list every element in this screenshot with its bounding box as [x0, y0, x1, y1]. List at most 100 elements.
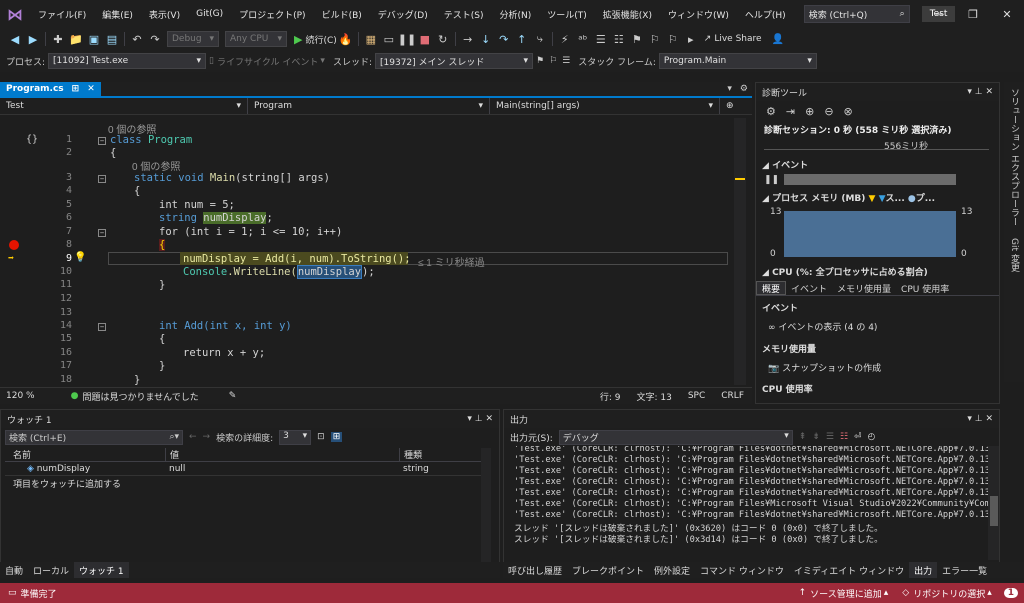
step-into-icon[interactable]: ↓: [477, 33, 495, 46]
close-icon[interactable]: ✕: [87, 84, 95, 94]
tab-command-window[interactable]: コマンド ウィンドウ: [695, 562, 789, 578]
fold-toggle[interactable]: −: [98, 137, 106, 145]
tab-watch-1[interactable]: ウォッチ 1: [74, 562, 129, 578]
fold-toggle[interactable]: −: [98, 229, 106, 237]
breakpoint-icon[interactable]: [9, 240, 19, 250]
menu-edit[interactable]: 編集(E): [94, 8, 141, 21]
menu-project[interactable]: プロジェクト(P): [231, 8, 313, 21]
configuration-dropdown[interactable]: Debug ▾: [167, 31, 219, 47]
show-stack-icon[interactable]: ☰: [562, 56, 570, 66]
browse-icon[interactable]: ▦: [362, 33, 380, 46]
column-type[interactable]: 種類: [399, 448, 479, 461]
menu-extensions[interactable]: 拡張機能(X): [595, 8, 660, 21]
lightbulb-icon[interactable]: 💡: [74, 252, 86, 263]
output-source-select[interactable]: デバッグ ▾: [558, 429, 793, 445]
nav-split-button[interactable]: ⊕: [720, 98, 752, 114]
stackframe-dropdown[interactable]: Program.Main ▾: [658, 53, 817, 69]
save-icon[interactable]: ▣: [85, 33, 103, 46]
code-area[interactable]: ➡ 💡 {} 0 個の参照 0 個の参照 1 2 3 4 5 6 7 8 9 1…: [0, 118, 752, 385]
panel-controls[interactable]: ▾ ⊥ ✕: [967, 414, 993, 424]
search-depth-select[interactable]: 3 ▾: [279, 429, 312, 445]
restart-icon[interactable]: ↻: [434, 33, 452, 46]
account-icon[interactable]: 👤: [772, 34, 784, 45]
hot-reload-icon[interactable]: 🔥: [337, 33, 355, 46]
tab-events[interactable]: イベント: [786, 281, 832, 295]
tab-call-stack[interactable]: 呼び出し履歴: [503, 562, 567, 578]
continue-button[interactable]: 続行(C): [305, 33, 336, 46]
menu-build[interactable]: ビルド(B): [314, 8, 370, 21]
step-over-icon[interactable]: ↷: [495, 33, 513, 46]
code-lens-references[interactable]: 0 個の参照: [132, 158, 180, 173]
menu-tools[interactable]: ツール(T): [539, 8, 595, 21]
nav-project-dropdown[interactable]: Test ▾: [0, 98, 248, 114]
solution-explorer-tab[interactable]: ソリューション エクスプローラー: [1004, 82, 1024, 232]
zoom-in-icon[interactable]: ⊕: [805, 105, 814, 118]
show-events-link[interactable]: ∞ イベントの表示 (4 の 4): [756, 314, 999, 339]
editor-scrollbar[interactable]: [734, 118, 746, 385]
open-file-icon[interactable]: 📁: [67, 33, 85, 46]
search-prev-icon[interactable]: ←: [189, 432, 197, 442]
select-repository-button[interactable]: リポジトリの選択: [913, 587, 985, 600]
code-cleanup-icon[interactable]: ✎: [229, 391, 237, 401]
tab-cpu-usage[interactable]: CPU 使用率: [896, 281, 954, 295]
panel-controls[interactable]: ▾ ⊥ ✕: [467, 414, 493, 424]
stop-icon[interactable]: ■: [416, 33, 434, 46]
menu-window[interactable]: ウィンドウ(W): [660, 8, 737, 21]
pause-icon[interactable]: ❚❚: [398, 33, 416, 46]
live-share-icon[interactable]: ↗: [704, 34, 712, 44]
more-tools-icon[interactable]: ▸: [682, 33, 700, 46]
tab-immediate-window[interactable]: イミディエイト ウィンドウ: [789, 562, 909, 578]
menu-debug[interactable]: デバッグ(D): [370, 8, 436, 21]
bookmark-next-icon[interactable]: ⚐: [664, 33, 682, 46]
menu-help[interactable]: ヘルプ(H): [737, 8, 794, 21]
undo-icon[interactable]: ↶: [128, 33, 146, 46]
process-dropdown[interactable]: [11092] Test.exe ▾: [48, 53, 207, 69]
back-icon[interactable]: ◀: [6, 33, 24, 46]
perf-tip-hint[interactable]: ≤ 1 ミリ秒経過: [418, 254, 485, 269]
menu-view[interactable]: 表示(V): [141, 8, 188, 21]
memory-area[interactable]: [784, 211, 956, 257]
whitespace-indicator[interactable]: SPC: [680, 391, 713, 401]
menu-file[interactable]: ファイル(F): [30, 8, 94, 21]
watch-row[interactable]: ◈ numDisplay null string: [5, 462, 485, 476]
menu-test[interactable]: テスト(S): [436, 8, 492, 21]
find-icon[interactable]: ☰: [826, 432, 834, 442]
zoom-out-icon[interactable]: ⊖: [824, 105, 833, 118]
hex-toggle-icon[interactable]: ⊞: [330, 432, 343, 442]
save-all-icon[interactable]: ▤: [103, 33, 121, 46]
find-prev-icon[interactable]: ⇞: [799, 432, 807, 442]
notification-badge[interactable]: 1: [1003, 588, 1018, 598]
show-next-statement-icon[interactable]: →: [459, 33, 477, 46]
pin-icon[interactable]: ⊡: [317, 432, 325, 442]
diagnostics-icon[interactable]: ⤷: [531, 32, 549, 46]
restore-icon[interactable]: ❐: [956, 0, 990, 28]
tab-error-list[interactable]: エラー一覧: [937, 562, 992, 578]
cpu-section-header[interactable]: ◢ CPU (%: 全プロセッサに占める割合): [756, 265, 999, 278]
tab-program-cs[interactable]: Program.cs ⊞ ✕: [0, 82, 101, 96]
breakpoint-tool-icon[interactable]: ⚡: [556, 33, 574, 46]
issues-status[interactable]: 問題は見つかりませんでした: [82, 390, 198, 403]
add-to-source-control-button[interactable]: ソース管理に追加: [810, 587, 882, 600]
watch-search-input[interactable]: 検索 (Ctrl+E) ⌕▾: [5, 429, 183, 445]
bookmark-icon[interactable]: ⚑: [628, 33, 646, 46]
tab-memory-usage[interactable]: メモリ使用量: [832, 281, 896, 295]
new-project-icon[interactable]: ✚: [49, 33, 67, 46]
clear-all-icon[interactable]: ☷: [840, 432, 848, 442]
flag-thread-icon[interactable]: ⚑: [536, 56, 544, 66]
nav-member-dropdown[interactable]: Main(string[] args) ▾: [490, 98, 720, 114]
tab-locals[interactable]: ローカル: [28, 562, 74, 578]
continue-icon[interactable]: ▶: [294, 33, 302, 46]
redo-icon[interactable]: ↷: [146, 33, 164, 46]
layout-icon[interactable]: ▭: [380, 33, 398, 46]
lifecycle-events-icon[interactable]: ▯: [209, 56, 214, 66]
word-wrap-icon[interactable]: ⏎: [854, 432, 862, 442]
platform-dropdown[interactable]: Any CPU ▾: [225, 31, 287, 47]
nav-class-dropdown[interactable]: Program ▾: [248, 98, 490, 114]
tab-summary[interactable]: 概要: [756, 281, 787, 295]
gear-icon[interactable]: ⚙: [736, 84, 752, 94]
forward-icon[interactable]: ▶: [24, 33, 42, 46]
zoom-level[interactable]: 120 %: [0, 391, 41, 401]
execution-pointer-icon[interactable]: ➡: [8, 253, 14, 264]
menu-git[interactable]: Git(G): [188, 9, 231, 19]
tab-output[interactable]: 出力: [909, 562, 938, 578]
